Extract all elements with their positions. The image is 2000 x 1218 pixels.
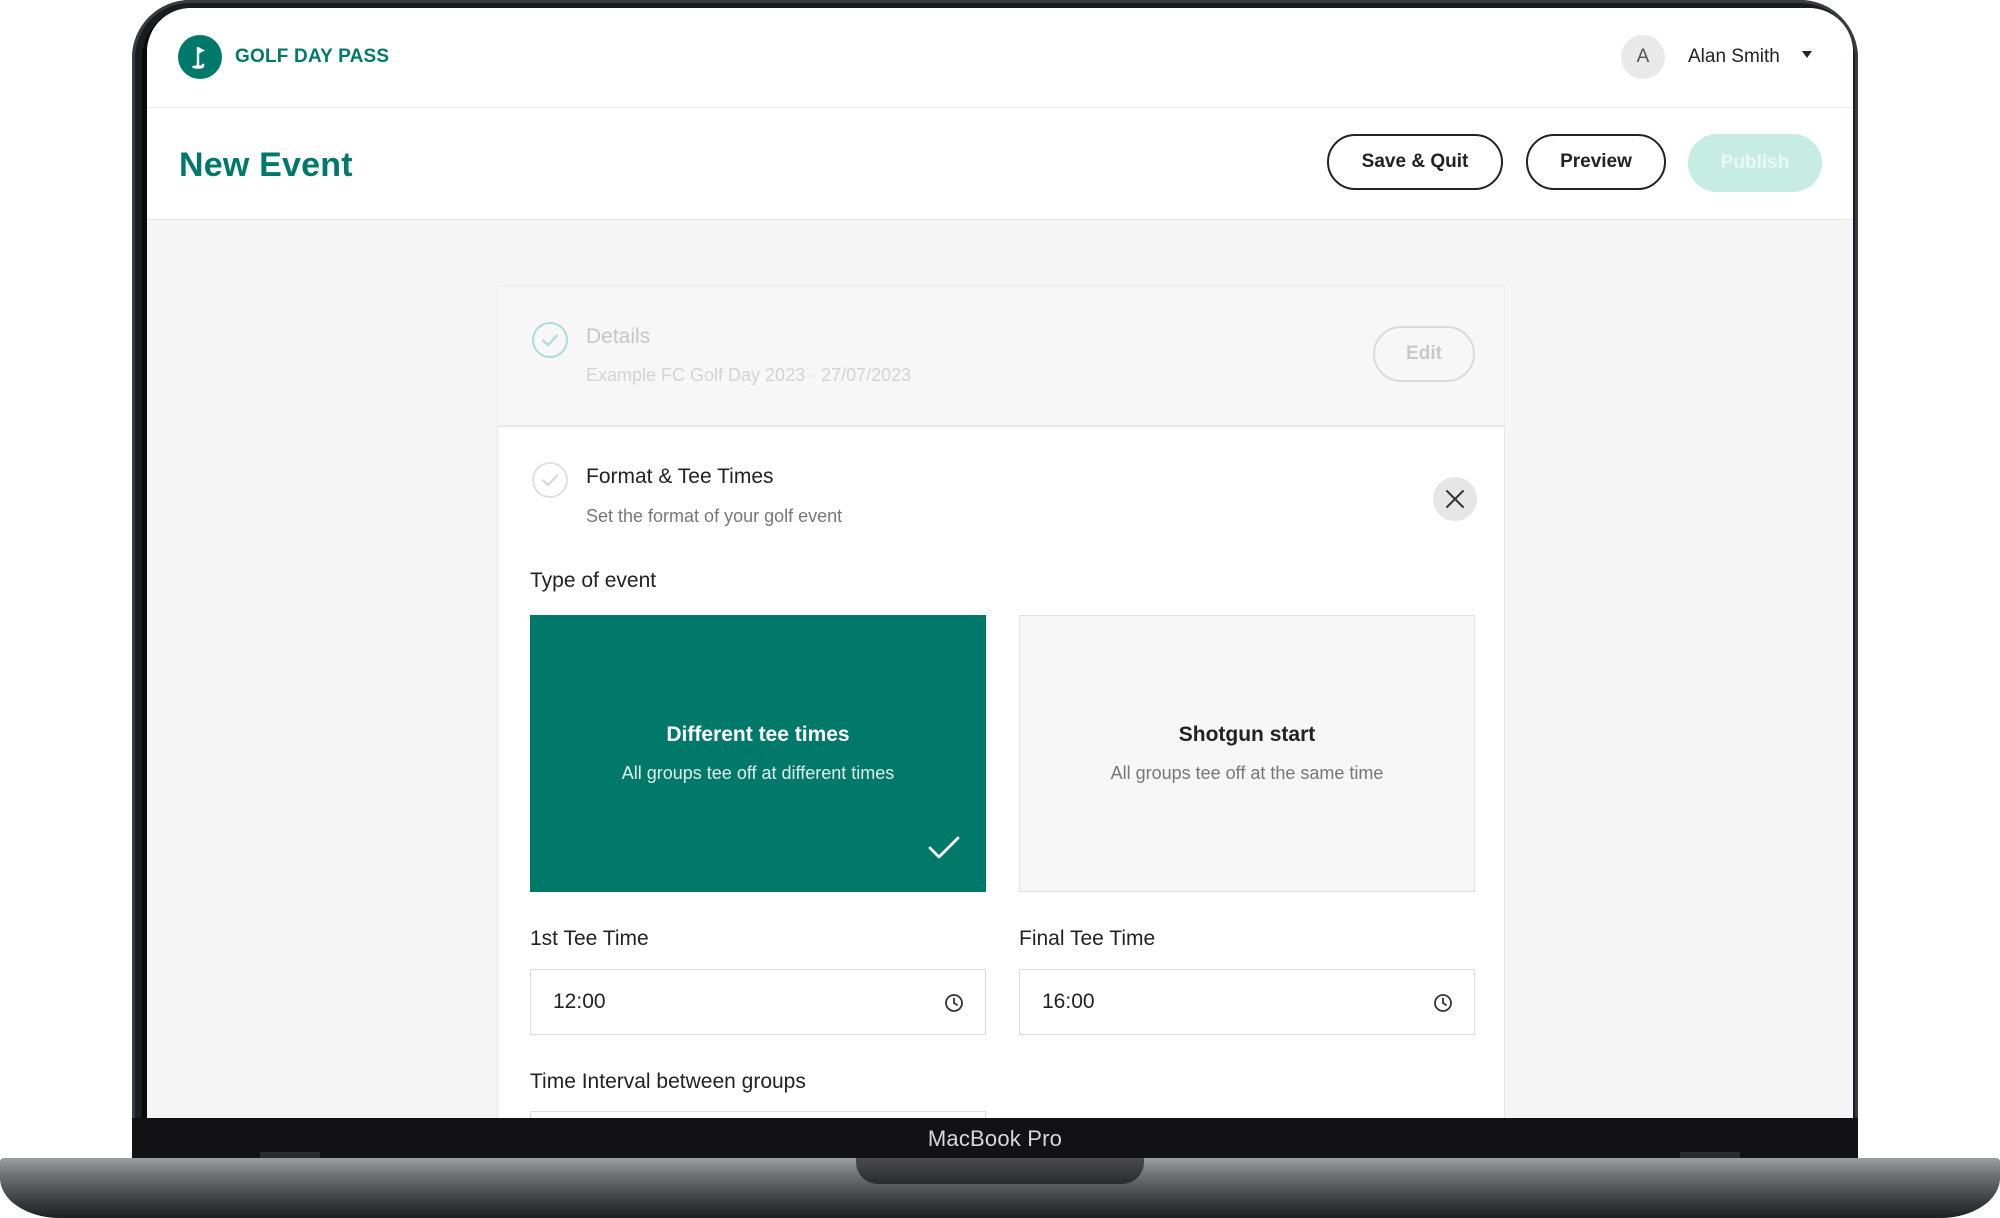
close-icon[interactable]: [1433, 477, 1477, 521]
option-shotgun-start[interactable]: Shotgun start All groups tee off at the …: [1019, 615, 1475, 892]
final-tee-time-label: Final Tee Time: [1019, 927, 1156, 950]
clock-icon[interactable]: [943, 992, 965, 1019]
page-title: New Event: [179, 146, 353, 184]
save-quit-button[interactable]: Save & Quit: [1327, 134, 1503, 190]
laptop-opening-notch: [856, 1158, 1144, 1184]
user-menu-name[interactable]: Alan Smith: [1688, 46, 1780, 68]
first-tee-time-input[interactable]: [553, 990, 853, 1014]
option-different-tee-times[interactable]: Different tee times All groups tee off a…: [530, 615, 986, 892]
golf-flag-icon[interactable]: [178, 35, 222, 79]
details-step-summary: Example FC Golf Day 2023 · 27/07/2023: [586, 365, 912, 385]
chevron-down-icon[interactable]: [1802, 51, 1812, 58]
time-interval-field[interactable]: [530, 1111, 986, 1118]
option-subtitle: All groups tee off at different times: [621, 763, 895, 783]
avatar[interactable]: A: [1621, 35, 1665, 79]
brand-name[interactable]: GOLF DAY PASS: [235, 46, 389, 68]
final-tee-time-input[interactable]: [1042, 990, 1342, 1014]
checkmark-icon: [928, 835, 960, 866]
app-screen: GOLF DAY PASS A Alan Smith New Event Sav…: [147, 8, 1853, 1118]
details-step-card: Details Example FC Golf Day 2023 · 27/07…: [497, 286, 1505, 426]
time-interval-label: Time Interval between groups: [530, 1070, 806, 1093]
format-step-subtitle: Set the format of your golf event: [586, 506, 843, 526]
format-step-title: Format & Tee Times: [586, 465, 774, 488]
option-title: Shotgun start: [1178, 723, 1316, 746]
final-tee-time-field[interactable]: [1019, 969, 1475, 1035]
preview-button[interactable]: Preview: [1526, 134, 1666, 190]
edit-details-button[interactable]: Edit: [1373, 326, 1475, 382]
option-title: Different tee times: [666, 723, 850, 746]
check-circle-icon: [532, 322, 568, 358]
first-tee-time-label: 1st Tee Time: [530, 927, 649, 950]
top-navigation-bar: GOLF DAY PASS A Alan Smith: [147, 8, 1853, 108]
device-label: MacBook Pro: [927, 1126, 1063, 1151]
event-type-label: Type of event: [530, 569, 657, 592]
publish-button[interactable]: Publish: [1688, 134, 1822, 192]
option-subtitle: All groups tee off at the same time: [1110, 763, 1384, 783]
clock-icon[interactable]: [1432, 992, 1454, 1019]
details-step-title: Details: [586, 325, 651, 348]
first-tee-time-field[interactable]: [530, 969, 986, 1035]
laptop-chin: MacBook Pro: [132, 1118, 1858, 1160]
page-header: New Event Save & Quit Preview Publish: [147, 108, 1853, 220]
check-circle-icon: [532, 462, 568, 498]
format-step-card: Format & Tee Times Set the format of you…: [497, 426, 1505, 1118]
